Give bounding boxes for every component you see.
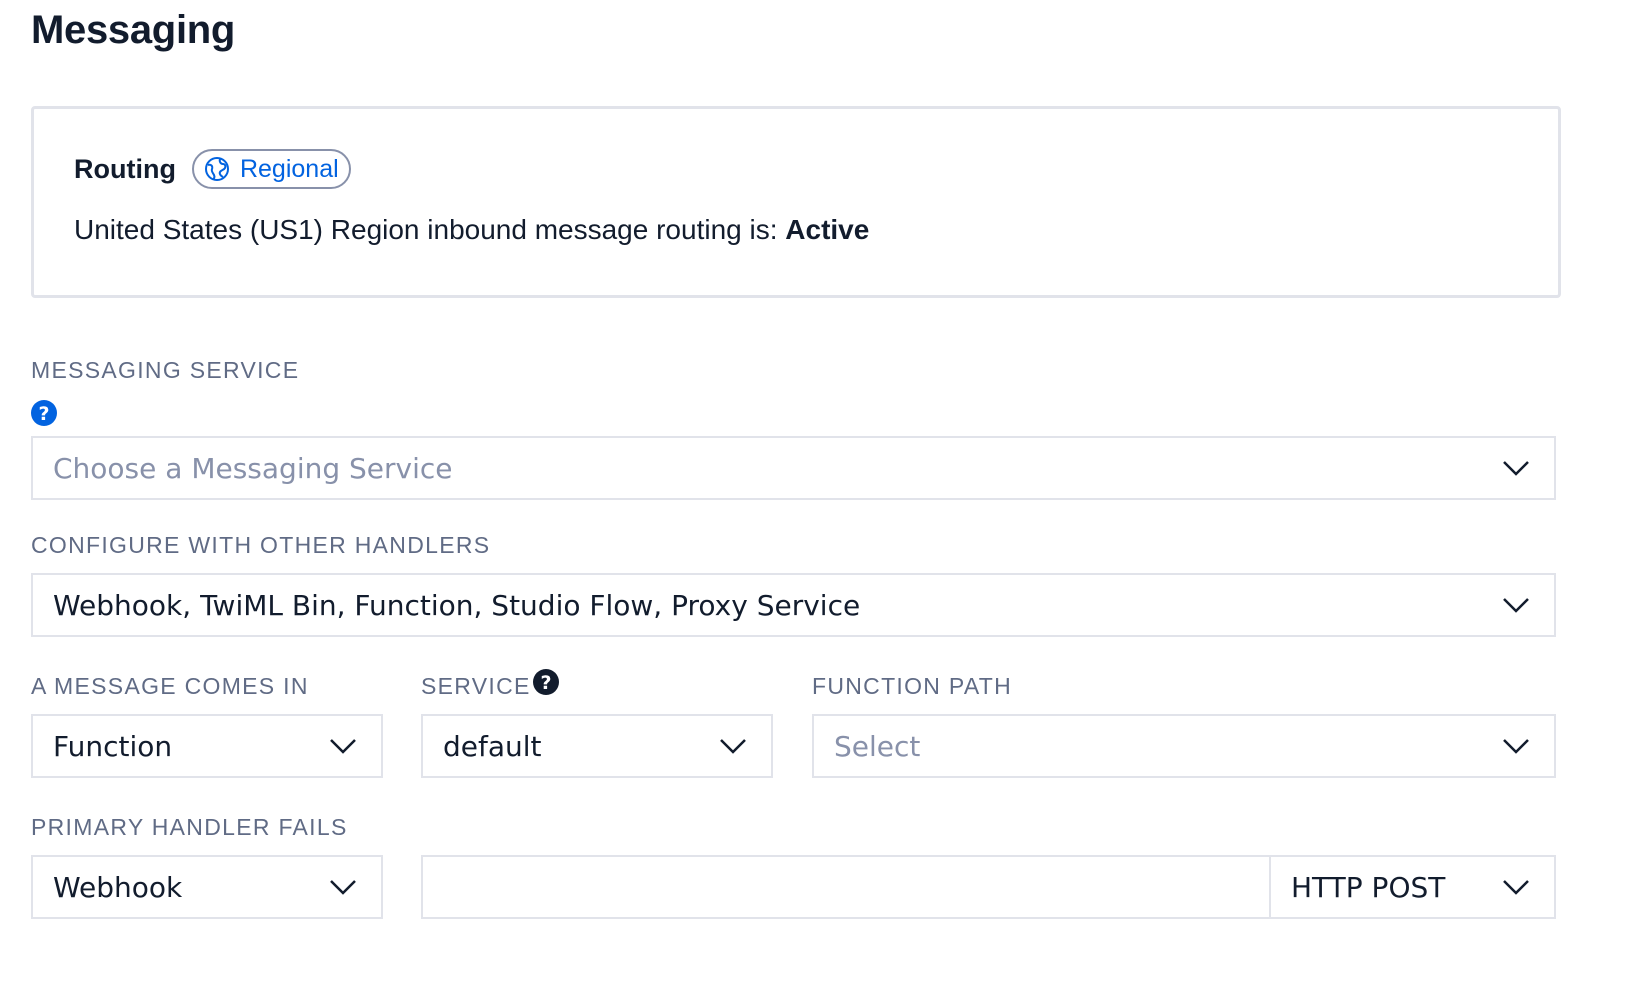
chevron-down-icon [330,880,356,895]
function-path-select[interactable]: Select [812,714,1556,778]
messaging-service-label: MESSAGING SERVICE [31,357,300,383]
svg-text:?: ? [38,403,49,425]
service-label: SERVICE [421,673,531,699]
help-icon[interactable]: ? [533,669,559,695]
routing-header: Routing Regional [74,149,351,189]
regional-badge: Regional [191,149,351,189]
chevron-down-icon [1503,598,1529,613]
routing-status: United States (US1) Region inbound messa… [74,214,869,246]
routing-card: Routing Regional United States (US1) Reg… [31,106,1561,298]
help-icon[interactable]: ? [31,400,57,426]
http-method-select[interactable]: HTTP POST [1269,855,1556,919]
message-comes-in-value: Function [53,729,173,763]
regional-badge-label: Regional [239,154,339,183]
other-handlers-label: CONFIGURE WITH OTHER HANDLERS [31,532,491,558]
primary-handler-fails-select[interactable]: Webhook [31,855,383,919]
chevron-down-icon [1503,880,1529,895]
other-handlers-select[interactable]: Webhook, TwiML Bin, Function, Studio Flo… [31,573,1556,637]
primary-handler-fails-label: PRIMARY HANDLER FAILS [31,814,348,840]
service-select[interactable]: default [421,714,773,778]
primary-handler-fails-value: Webhook [53,870,183,904]
chevron-down-icon [1503,739,1529,754]
routing-title: Routing [74,153,176,184]
chevron-down-icon [720,739,746,754]
function-path-placeholder: Select [834,729,921,763]
globe-icon [204,157,229,181]
routing-status-text: United States (US1) Region inbound messa… [74,214,786,245]
routing-status-value: Active [785,214,870,245]
chevron-down-icon [330,739,356,754]
messaging-service-select[interactable]: Choose a Messaging Service [31,436,1556,500]
other-handlers-value: Webhook, TwiML Bin, Function, Studio Flo… [53,588,861,622]
http-method-value: HTTP POST [1291,870,1446,904]
page-title: Messaging [31,8,236,52]
svg-text:?: ? [540,672,551,694]
function-path-label: FUNCTION PATH [812,673,1013,699]
fallback-url-input[interactable] [421,855,1271,919]
service-value: default [443,729,542,763]
messaging-service-placeholder: Choose a Messaging Service [53,451,453,485]
message-comes-in-label: A MESSAGE COMES IN [31,673,309,699]
message-comes-in-select[interactable]: Function [31,714,383,778]
chevron-down-icon [1503,461,1529,476]
